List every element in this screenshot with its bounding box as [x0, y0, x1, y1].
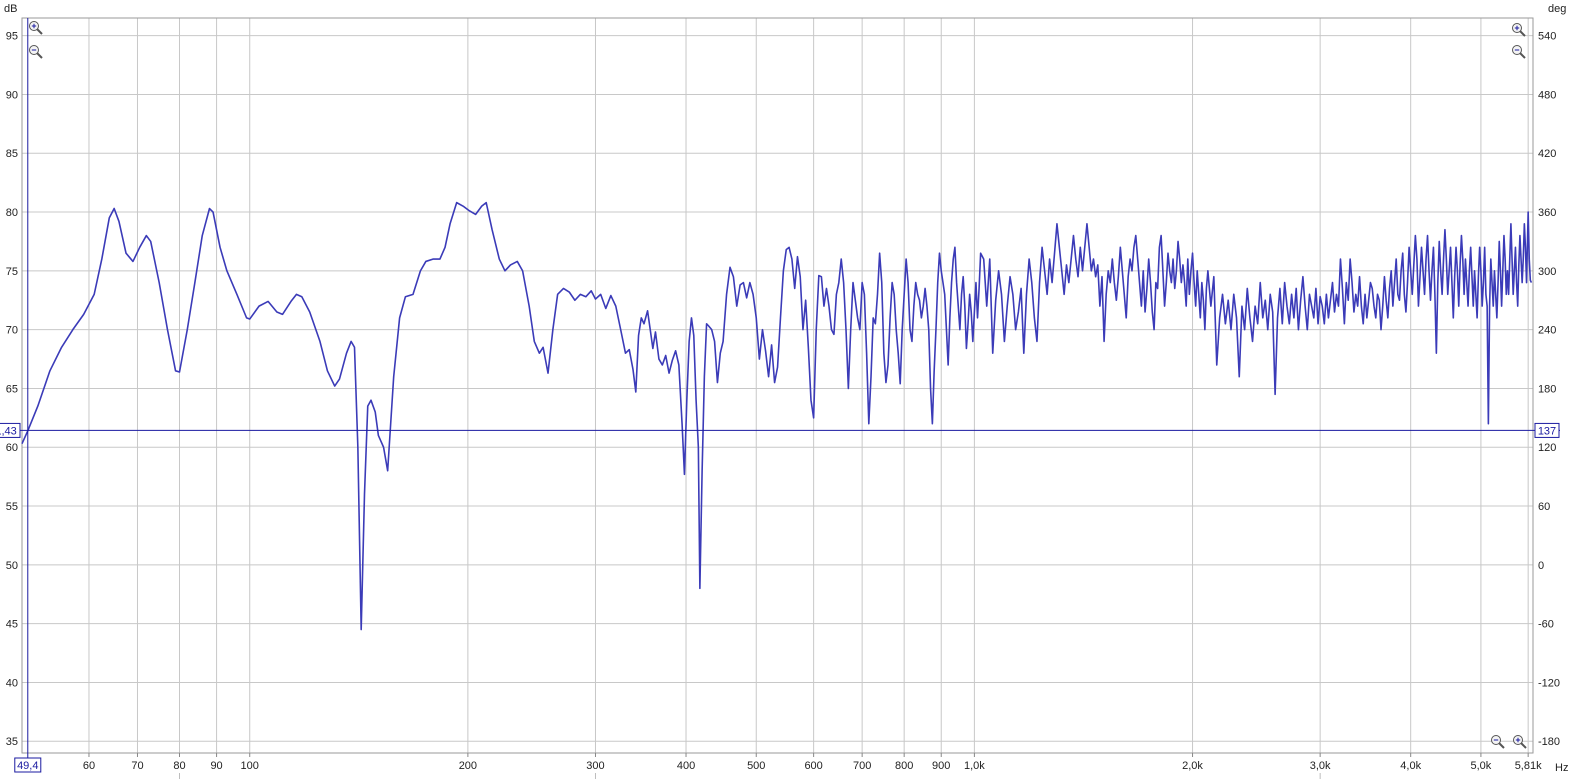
y2-cursor-readout[interactable]: 137 — [1534, 422, 1560, 438]
y2-tick-label: 120 — [1538, 442, 1556, 454]
y-tick-label: 45 — [6, 619, 18, 631]
x-tick-label: 5,81k — [1515, 760, 1542, 772]
y-cursor-readout-text: 61,43 — [0, 425, 17, 437]
y2-tick-label: 240 — [1538, 325, 1556, 337]
y-tick-label: 50 — [6, 560, 18, 572]
y-tick-label: 80 — [6, 207, 18, 219]
y2-axis-unit: deg — [1548, 3, 1566, 15]
x-tick-label: 100 — [241, 760, 259, 772]
y2-tick-label: -120 — [1538, 677, 1560, 689]
x-tick-label: 60 — [83, 760, 95, 772]
y-tick-label: 35 — [6, 736, 18, 748]
y-tick-label: 95 — [6, 31, 18, 43]
x-tick-label: 500 — [747, 760, 765, 772]
y-tick-label: 90 — [6, 89, 18, 101]
y-tick-label: 85 — [6, 148, 18, 160]
y2-tick-label: 420 — [1538, 148, 1556, 160]
y2-tick-label: -180 — [1538, 736, 1560, 748]
x-tick-label: 400 — [677, 760, 695, 772]
y-tick-label: 75 — [6, 266, 18, 278]
y-tick-label: 70 — [6, 325, 18, 337]
y2-tick-label: 540 — [1538, 31, 1556, 43]
x-tick-label: 5,0k — [1471, 760, 1492, 772]
y-tick-label: 40 — [6, 677, 18, 689]
x-tick-label: 2,0k — [1182, 760, 1203, 772]
y-tick-label: 65 — [6, 383, 18, 395]
x-cursor-readout[interactable]: 49,4 — [14, 757, 42, 773]
y2-tick-label: -60 — [1538, 619, 1554, 631]
y2-tick-label: 0 — [1538, 560, 1544, 572]
frequency-response-chart: 61,4313749,4 607080901002003004005006007… — [0, 0, 1582, 784]
x-tick-label: 700 — [853, 760, 871, 772]
x-tick-label: 70 — [131, 760, 143, 772]
x-tick-label: 4,0k — [1400, 760, 1421, 772]
y2-cursor-readout-text: 137 — [1538, 425, 1556, 437]
x-tick-label: 1,0k — [964, 760, 985, 772]
y2-tick-label: 300 — [1538, 266, 1556, 278]
x-tick-label: 300 — [586, 760, 604, 772]
y-tick-label: 60 — [6, 442, 18, 454]
chart-background — [0, 0, 1582, 784]
y-tick-label: 55 — [6, 501, 18, 513]
x-tick-label: 800 — [895, 760, 913, 772]
x-tick-label: 3,0k — [1310, 760, 1331, 772]
x-cursor-readout-text: 49,4 — [17, 760, 38, 772]
x-tick-label: 90 — [210, 760, 222, 772]
y2-tick-label: 60 — [1538, 501, 1550, 513]
x-tick-label: 600 — [804, 760, 822, 772]
x-tick-label: 900 — [932, 760, 950, 772]
x-tick-label: 80 — [173, 760, 185, 772]
y-axis-unit: dB — [4, 3, 17, 15]
x-axis-unit: Hz — [1555, 762, 1568, 774]
x-tick-label: 200 — [459, 760, 477, 772]
y-cursor-readout[interactable]: 61,43 — [0, 422, 21, 438]
y2-tick-label: 180 — [1538, 383, 1556, 395]
y2-tick-label: 480 — [1538, 89, 1556, 101]
y2-tick-label: 360 — [1538, 207, 1556, 219]
